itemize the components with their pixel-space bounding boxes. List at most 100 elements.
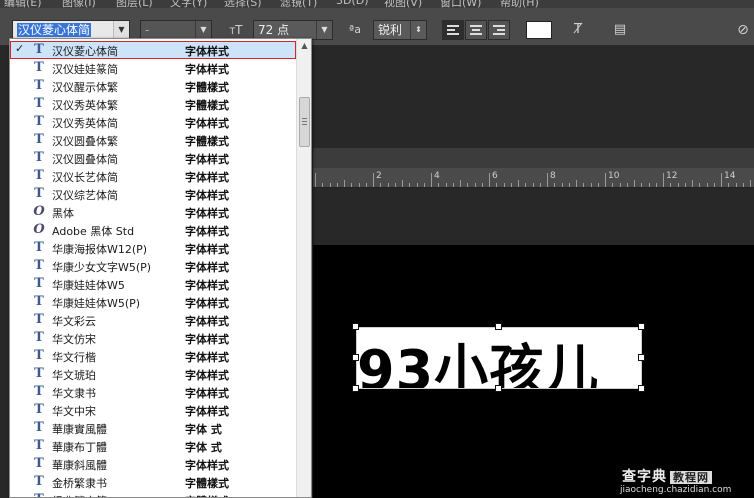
menu-item[interactable]: 选择(S) <box>224 0 262 8</box>
ruler-tick <box>583 183 585 187</box>
font-menu-item[interactable]: T 汉仪圆叠体简 字体样式 <box>10 149 296 167</box>
transform-handle[interactable] <box>638 323 645 330</box>
font-menu-item[interactable]: T 华康娃娃体W5 字体样式 <box>10 275 296 293</box>
ruler-tick <box>322 183 324 187</box>
ruler-tick <box>402 180 403 187</box>
font-menu-item[interactable]: T 华文中宋 字体样式 <box>10 401 296 419</box>
text-color-swatch[interactable] <box>526 21 552 39</box>
antialias-select[interactable]: 锐利 ⬍ <box>373 20 427 40</box>
font-menu-item[interactable]: T 金桥繁隶书 字體樣式 <box>10 473 296 491</box>
font-name: 金桥繁隶书 <box>52 477 107 490</box>
character-panel-icon[interactable]: ▤ <box>609 20 631 40</box>
menu-item[interactable]: 视图(V) <box>384 0 422 8</box>
font-sample: 字体样式 <box>185 225 229 238</box>
ruler-tick <box>351 183 353 187</box>
text-layer[interactable]: 93小孩儿 <box>356 327 642 389</box>
menu-item[interactable]: 编辑(E) <box>4 0 42 8</box>
truetype-font-icon: T <box>34 60 44 75</box>
font-sample: 字體樣式 <box>185 99 229 112</box>
ruler-tick <box>481 183 483 187</box>
font-menu-item[interactable]: T 汉仪长艺体简 字体样式 <box>10 167 296 185</box>
ruler-tick <box>431 173 432 187</box>
transform-handle[interactable] <box>495 385 502 392</box>
menu-bar: 编辑(E) 图像(I) 图层(L) 文字(Y) 选择(S) 滤镜(T) 3D(D) 视图(V)… <box>0 0 754 8</box>
align-left-button[interactable] <box>442 20 464 40</box>
truetype-font-icon: T <box>34 366 44 381</box>
font-menu-item[interactable]: T 華康斜風體 字体样式 <box>10 455 296 473</box>
font-sample: 字体样式 <box>185 297 229 310</box>
ruler-label: 4 <box>434 171 440 181</box>
transform-handle[interactable] <box>638 385 645 392</box>
ruler-tick <box>605 173 606 187</box>
ruler-tick <box>315 173 316 187</box>
font-menu-item[interactable]: ✓ T 汉仪菱心体简 字体样式 <box>10 41 296 59</box>
menu-item[interactable]: 图层(L) <box>116 0 153 8</box>
font-menu-item[interactable]: T 华文琥珀 字体样式 <box>10 365 296 383</box>
font-menu-item[interactable]: T 汉仪娃娃篆简 字体样式 <box>10 59 296 77</box>
font-name: 汉仪综艺体简 <box>52 189 118 202</box>
align-right-button[interactable] <box>488 20 510 40</box>
chevron-down-icon[interactable]: ▼ <box>113 21 129 39</box>
ruler-tick <box>532 183 534 187</box>
font-menu-item[interactable]: T 华康少女文字W5(P) 字体样式 <box>10 257 296 275</box>
font-menu-item[interactable]: T 华康海报体W12(P) 字体样式 <box>10 239 296 257</box>
ruler-tick <box>394 183 396 187</box>
font-menu-item[interactable]: T 华文彩云 字体样式 <box>10 311 296 329</box>
font-menu-item[interactable]: T 华文仿宋 字体样式 <box>10 329 296 347</box>
menu-item[interactable]: 3D(D) <box>336 0 369 7</box>
align-center-button[interactable] <box>465 20 487 40</box>
menu-item[interactable]: 帮助(H) <box>500 0 539 8</box>
ruler-tick <box>387 183 389 187</box>
font-name: 华文隶书 <box>52 387 96 400</box>
font-sample: 字體樣式 <box>185 477 229 490</box>
font-menu-item[interactable]: T 汉仪圆叠体繁 字體樣式 <box>10 131 296 149</box>
font-menu-item[interactable]: T 华文行楷 字体样式 <box>10 347 296 365</box>
menu-item[interactable]: 文字(Y) <box>170 0 207 8</box>
ruler-label: 2 <box>376 171 382 181</box>
font-menu-item[interactable]: T 汉仪综艺体简 字体样式 <box>10 185 296 203</box>
font-family-select[interactable]: 汉仪菱心体简 ▼ <box>12 20 130 40</box>
font-menu-item[interactable]: T 汉仪秀英体简 字体样式 <box>10 113 296 131</box>
ruler-tick <box>380 183 382 187</box>
ruler-tick <box>554 183 556 187</box>
transform-handle[interactable] <box>495 323 502 330</box>
transform-handle[interactable] <box>352 354 359 361</box>
chevron-updown-icon[interactable]: ⬍ <box>410 21 426 39</box>
menu-item[interactable]: 图像(I) <box>62 0 96 8</box>
truetype-font-icon: T <box>34 438 44 453</box>
font-size-select[interactable]: 72 点 ▼ <box>253 20 333 40</box>
ruler-tick <box>648 183 650 187</box>
font-name: 汉仪醒示体繁 <box>52 81 118 94</box>
ruler-tick <box>692 180 693 187</box>
transform-handle[interactable] <box>638 354 645 361</box>
scroll-up-icon[interactable]: ▲ <box>297 39 311 53</box>
warp-text-icon[interactable]: Ⱦ <box>567 20 589 40</box>
font-menu-item[interactable]: T 華康實風體 字体 式 <box>10 419 296 437</box>
font-menu-item[interactable]: T 华文隶书 字体样式 <box>10 383 296 401</box>
font-style-select[interactable]: - ▼ <box>140 20 212 40</box>
canvas-pasteboard <box>313 189 754 245</box>
menu-item[interactable]: 窗口(W) <box>440 0 481 8</box>
truetype-font-icon: T <box>34 294 44 309</box>
transform-handle[interactable] <box>352 385 359 392</box>
scroll-thumb[interactable] <box>299 97 310 147</box>
font-menu-item[interactable]: O Adobe 黑体 Std 字体样式 <box>10 221 296 239</box>
menu-item[interactable]: 滤镜(T) <box>280 0 317 8</box>
font-menu-item[interactable]: T 华康娃娃体W5(P) 字体样式 <box>10 293 296 311</box>
font-size-value: 72 点 <box>258 23 290 37</box>
scrollbar[interactable]: ▲ <box>296 39 311 497</box>
transform-handle[interactable] <box>352 323 359 330</box>
font-menu-item[interactable]: T 经典繁方篆 字體樣式 <box>10 491 296 497</box>
font-menu-item[interactable]: T 汉仪秀英体繁 字體樣式 <box>10 95 296 113</box>
font-menu-item[interactable]: T 華康布丁體 字体 式 <box>10 437 296 455</box>
cancel-icon[interactable]: ⊘ <box>734 20 752 40</box>
font-family-dropdown[interactable]: ✓ T 汉仪菱心体简 字体样式 T 汉仪娃娃篆简 字体样式 T 汉仪醒示体繁 字體樣式 T 汉仪秀英体… <box>9 38 312 498</box>
font-sample: 字體樣式 <box>185 81 229 94</box>
font-menu-item[interactable]: O 黑体 字体样式 <box>10 203 296 221</box>
ruler-tick <box>344 180 345 187</box>
chevron-down-icon[interactable]: ▼ <box>195 21 211 39</box>
truetype-font-icon: T <box>34 78 44 93</box>
font-menu-item[interactable]: T 汉仪醒示体繁 字體樣式 <box>10 77 296 95</box>
ruler-tick <box>445 183 447 187</box>
chevron-down-icon[interactable]: ▼ <box>316 21 332 39</box>
